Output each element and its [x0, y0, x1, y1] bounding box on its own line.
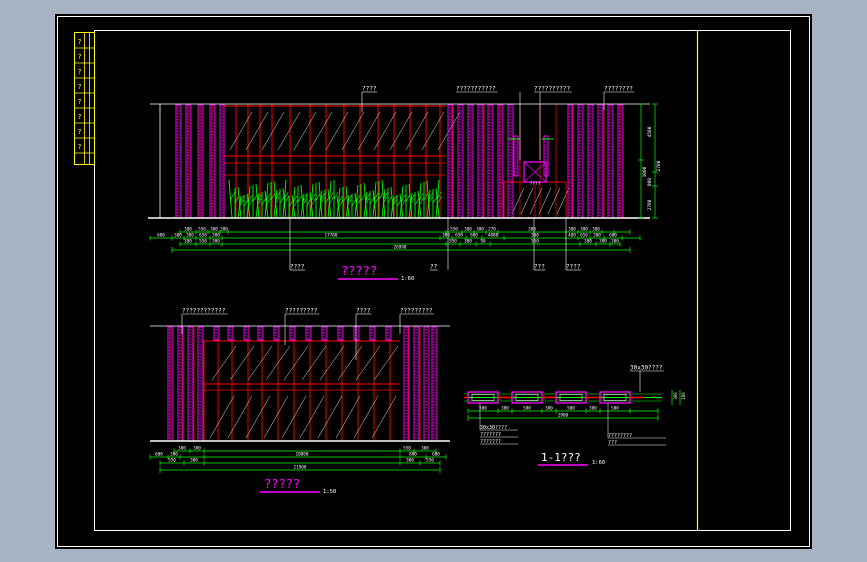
e1-dim-row2-label: 650	[199, 233, 207, 239]
titleblock-cell-text: ?	[77, 68, 81, 76]
e1-dim-row3-label: 300	[184, 239, 192, 245]
e2-total-label: 21900	[294, 465, 307, 471]
e1-dim-row3-label: 550	[199, 239, 207, 245]
e1-dim-row2-label: 650	[580, 233, 588, 239]
e1-dim-row3-label: 300	[599, 239, 607, 245]
titleblock-cell-text: ?	[77, 53, 81, 61]
e1-dim-row1-label: 550	[450, 227, 458, 233]
e2-callout-top: ?????????	[285, 308, 318, 315]
s-side-label: 180	[681, 392, 686, 400]
e1-dim-row3-label: 550	[531, 239, 539, 245]
e2-dim-row3-label: 550	[168, 458, 176, 464]
e2-dim-row1-label: 550	[403, 446, 411, 452]
e1-dim-row2-label: 600	[470, 233, 478, 239]
e1-callout-top: ???????????	[456, 86, 496, 93]
e1-dim-row1-label: 300	[568, 227, 576, 233]
e1-dim-row1-label: 300	[476, 227, 484, 233]
s-side-label: 300	[673, 392, 678, 400]
s-scale: 1:60	[592, 460, 605, 466]
e1-callout-top: ????	[362, 86, 377, 93]
titleblock-cell-text: ?	[77, 38, 81, 46]
e1-callout-bottom: ???	[534, 264, 545, 271]
e2-dim-row2-label: 600	[432, 452, 440, 458]
e1-dim-row1-label: 300	[210, 227, 218, 233]
paper-background	[55, 14, 812, 549]
e2-dim-row1-label: 300	[178, 446, 186, 452]
e1-dim-row3-label: 300	[212, 239, 220, 245]
e2-dim-row2-label: 10800	[296, 452, 309, 458]
e2-callout-top: ?????????	[400, 308, 433, 315]
e2-dim-row3-label: 300	[406, 458, 414, 464]
e1-dim-row1-label: 300	[464, 227, 472, 233]
e2-dim-row3-label: 550	[426, 458, 434, 464]
titleblock-cell-text: ?	[77, 83, 81, 91]
e2-dim-row3-label: 300	[190, 458, 198, 464]
e1-dim-row2-label: 300	[174, 233, 182, 239]
titleblock-cell-text: ?	[77, 98, 81, 106]
e1-sign-label: ????	[530, 181, 541, 187]
e1-vdim-label: 4500	[647, 126, 653, 137]
e1-dim-row2-label: 300	[442, 233, 450, 239]
e1-dim-row2-label: 300	[593, 233, 601, 239]
s-dim-row-label: 500	[567, 406, 575, 412]
e1-dim-row2-label: 4800	[488, 233, 499, 239]
s-dim-row-label: 500	[523, 406, 531, 412]
e1-callout-top: ????????	[604, 86, 633, 93]
s-dim-row-label: 300	[501, 406, 509, 412]
cad-drawing-canvas: ???????? ???? 4500270010008002700 300 550…	[55, 14, 812, 549]
e1-vdim-label: 2700	[656, 160, 662, 171]
e1-dim-row2-label: 17700	[325, 233, 338, 239]
e1-dim-row3-label: 300	[584, 239, 592, 245]
e1-callout-top: ??????????	[534, 86, 571, 93]
e1-title: ?????	[341, 264, 377, 278]
e1-dim-row1-label: 300	[220, 227, 228, 233]
s-dim-row-label: 500	[611, 406, 619, 412]
e1-vdim-label: 2700	[647, 199, 653, 210]
e1-dim-row3-label: 550	[449, 239, 457, 245]
e1-dim-row2-label: 600	[609, 233, 617, 239]
e2-title: ?????	[264, 477, 300, 491]
e1-dim-row2-label: 300	[531, 233, 539, 239]
e2-dim-row1-label: 300	[193, 446, 201, 452]
e2-callout-top: ????	[356, 308, 371, 315]
s-title: 1-1???	[541, 451, 581, 464]
e1-dim-row2-label: 400	[568, 233, 576, 239]
titleblock-cell-text: ?	[77, 128, 81, 136]
e2-dim-row1-label: 300	[421, 446, 429, 452]
e1-dim-row1-label: 550	[198, 227, 206, 233]
titleblock-cell-text: ?	[77, 113, 81, 121]
s-dim-row-label: 300	[545, 406, 553, 412]
e1-callout-bottom: ????	[566, 264, 581, 271]
e1-dim-row1-label: 300	[592, 227, 600, 233]
e1-dim-row1-label: 270	[488, 227, 496, 233]
e2-dim-row2-label: 600	[155, 452, 163, 458]
e1-total-label: 26990	[394, 245, 407, 251]
e1-dim-row3-label: 300	[464, 239, 472, 245]
e1-dim-row2-label: 300	[186, 233, 194, 239]
e2-scale: 1:50	[323, 489, 336, 495]
e2-callout-top: ????????????	[182, 308, 226, 315]
e1-dim-row2-label: 650	[455, 233, 463, 239]
e2-dim-row2-label: 300	[170, 452, 178, 458]
e1-callout-bottom: ????	[290, 264, 305, 271]
e1-scale: 1:60	[401, 276, 414, 282]
e1-callout-bottom: ??	[430, 264, 438, 271]
e1-dim-row1-label: 300	[528, 227, 536, 233]
e1-dim-row1-label: 300	[580, 227, 588, 233]
s-total-label: 2900	[558, 413, 569, 419]
e1-dim-row3-label: 50	[480, 239, 486, 245]
e1-dim-row3-label: 300	[611, 239, 619, 245]
s-dim-row-label: 500	[479, 406, 487, 412]
e1-dim-row2-label: 600	[157, 233, 165, 239]
s-callout-top: 30x30????	[630, 365, 663, 372]
e1-vdim-label: 1000	[642, 166, 648, 177]
e1-dim-row1-label: 300	[184, 227, 192, 233]
e2-dim-row2-label: 800	[409, 452, 417, 458]
e1-dim-row2-label: 300	[212, 233, 220, 239]
titleblock-cell-text: ?	[77, 143, 81, 151]
e1-vdim-label: 800	[647, 178, 653, 186]
s-dim-row-label: 300	[589, 406, 597, 412]
